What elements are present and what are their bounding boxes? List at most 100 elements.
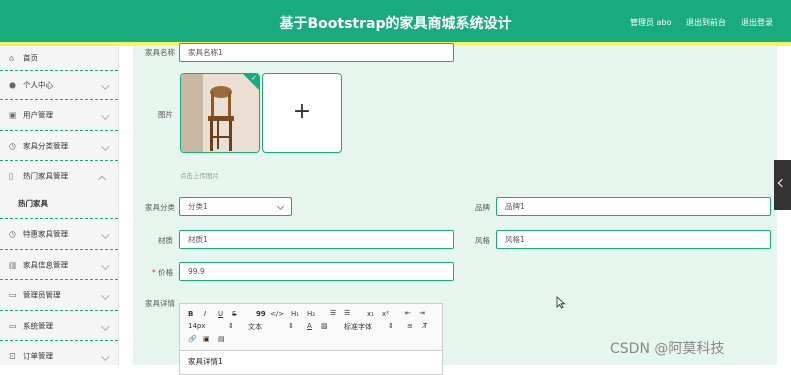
outdent-icon[interactable]: ⇤ <box>405 309 411 317</box>
align-icon[interactable]: ≡ <box>407 322 413 330</box>
upload-hint: 点击上传图片 <box>180 172 219 180</box>
sidebar-item-users[interactable]: ▣ 用户管理 <box>0 100 118 131</box>
italic-button[interactable]: I <box>204 310 206 318</box>
app-title: 基于Bootstrap的家具商城系统设计 <box>279 16 512 32</box>
sidebar-item-label: 热门家具管理 <box>23 171 68 181</box>
chevron-down-icon <box>101 352 110 361</box>
sidebar-item-label: 订单管理 <box>23 351 53 361</box>
sidebar-item-personal[interactable]: ● 个人中心 <box>0 71 118 100</box>
background-color-icon[interactable]: ▨ <box>321 322 328 330</box>
sidebar-subitem-hot-furniture[interactable]: 热门家具 <box>18 198 48 209</box>
underline-button[interactable]: U <box>218 310 223 318</box>
check-icon: ✓ <box>251 74 257 82</box>
chevron-down-icon <box>276 202 285 211</box>
editor-toolbar: B I U S 99 </> H₁ H₂ ☰ ☰ x₁ x² ⇤ ⇥ 14px … <box>180 304 442 351</box>
building-icon: ▥ <box>9 260 17 269</box>
chevron-down-icon <box>101 81 110 90</box>
sidebar-item-system[interactable]: ▭ 系统管理 <box>0 311 118 341</box>
monitor-icon: ▭ <box>9 290 17 300</box>
chevron-down-icon <box>101 260 110 270</box>
sidebar-item-label: 个人中心 <box>23 80 53 90</box>
name-label: 家具名称 <box>145 48 175 57</box>
material-label: 材质 <box>158 236 173 245</box>
logout-link[interactable]: 退出登录 <box>741 17 773 28</box>
chevron-updown-icon: ⇕ <box>288 322 294 330</box>
price-label-text: 价格 <box>158 268 174 277</box>
price-input[interactable]: 99.9 <box>179 262 454 281</box>
quote-button[interactable]: 99 <box>256 310 266 318</box>
material-input[interactable]: 材质1 <box>179 230 454 249</box>
bullet-list-icon[interactable]: ☰ <box>344 309 350 317</box>
sidebar-item-admin[interactable]: ▭ 管理员管理 <box>0 280 118 311</box>
chevron-down-icon <box>101 230 110 239</box>
user-icon: ● <box>9 80 16 90</box>
font-size-select[interactable]: 14px <box>188 322 206 330</box>
ordered-list-icon[interactable]: ☰ <box>330 309 336 317</box>
current-user: 管理员 abo <box>630 18 672 27</box>
style-label: 风格 <box>475 236 490 245</box>
code-button[interactable]: </> <box>270 310 284 318</box>
detail-label: 家具详情 <box>145 299 175 308</box>
required-mark: * <box>152 268 156 277</box>
sidebar-item-orders[interactable]: ⊡ 订单管理 <box>0 341 118 371</box>
category-label: 家具分类 <box>145 203 175 212</box>
back-to-front-link[interactable]: 退出到前台 <box>686 17 726 28</box>
category-selected-value: 分类1 <box>188 202 208 211</box>
subscript-button[interactable]: x₁ <box>367 310 374 318</box>
link-icon[interactable]: 🔗 <box>188 335 197 343</box>
sidebar-item-label: 特惠家具管理 <box>23 229 68 239</box>
chevron-down-icon <box>101 321 110 331</box>
chevron-down-icon <box>101 111 110 120</box>
home-icon: ⌂ <box>9 53 15 63</box>
sidebar-item-category[interactable]: ◷ 家具分类管理 <box>0 131 118 161</box>
heading-select[interactable]: 文本 <box>248 322 262 332</box>
category-select[interactable]: 分类1 <box>179 197 292 216</box>
chevron-down-icon <box>101 141 110 151</box>
sidebar-item-label: 家具分类管理 <box>23 141 68 150</box>
phone-icon: ▯ <box>9 171 14 181</box>
uploaded-image-thumbnail[interactable]: ✓ <box>180 73 260 153</box>
sidebar-item-furniture-info[interactable]: ▥ 家具信息管理 <box>0 250 118 280</box>
indent-icon[interactable]: ⇥ <box>419 309 425 317</box>
chevron-updown-icon: ⇕ <box>388 322 394 330</box>
clear-format-icon[interactable]: T̸ <box>423 322 427 330</box>
chevron-updown-icon: ⇕ <box>228 322 234 330</box>
bold-button[interactable]: B <box>188 310 193 318</box>
superscript-button[interactable]: x² <box>382 310 389 318</box>
mouse-cursor-icon <box>556 296 566 309</box>
sidebar-item-label: 系统管理 <box>23 321 53 330</box>
side-panel-toggle[interactable] <box>774 160 791 210</box>
clock-icon: ◷ <box>9 141 16 150</box>
sidebar-item-label: 用户管理 <box>23 110 53 120</box>
font-family-select[interactable]: 标准字体 <box>344 322 372 332</box>
sidebar-item-home[interactable]: ⌂ 首页 <box>0 46 118 71</box>
order-icon: ⊡ <box>9 351 16 361</box>
sidebar-item-hot[interactable]: ▯ 热门家具管理 <box>0 161 118 219</box>
image-label: 图片 <box>158 110 173 119</box>
video-icon[interactable]: ▤ <box>218 335 225 343</box>
image-icon[interactable]: ▣ <box>203 335 210 343</box>
monitor-icon: ▭ <box>9 321 17 330</box>
font-color-icon[interactable]: A <box>307 322 312 330</box>
chevron-up-icon <box>97 175 107 185</box>
style-input[interactable]: 风格1 <box>496 230 771 249</box>
chevron-down-icon <box>101 291 110 300</box>
name-input[interactable]: 家具名称1 <box>179 43 454 62</box>
sidebar-item-label: 首页 <box>23 53 38 63</box>
h1-button[interactable]: H₁ <box>291 310 299 318</box>
clock-icon: ◷ <box>9 229 16 239</box>
upload-add-button[interactable]: + <box>262 73 342 153</box>
rich-text-editor[interactable]: B I U S 99 </> H₁ H₂ ☰ ☰ x₁ x² ⇤ ⇥ 14px … <box>179 303 443 375</box>
sidebar-item-label: 管理员管理 <box>23 290 61 300</box>
brand-label: 品牌 <box>475 203 490 212</box>
chevron-left-icon <box>777 178 787 188</box>
brand-input[interactable]: 品牌1 <box>496 197 771 216</box>
users-icon: ▣ <box>9 110 17 120</box>
h2-button[interactable]: H₂ <box>307 310 315 318</box>
sidebar-item-special[interactable]: ◷ 特惠家具管理 <box>0 219 118 250</box>
price-label: * 价格 <box>152 267 173 278</box>
sidebar-item-label: 家具信息管理 <box>23 260 68 269</box>
strike-button[interactable]: S <box>232 310 236 318</box>
watermark: CSDN @阿莫科技 <box>610 341 725 357</box>
editor-content[interactable]: 家具详情1 <box>188 356 223 367</box>
